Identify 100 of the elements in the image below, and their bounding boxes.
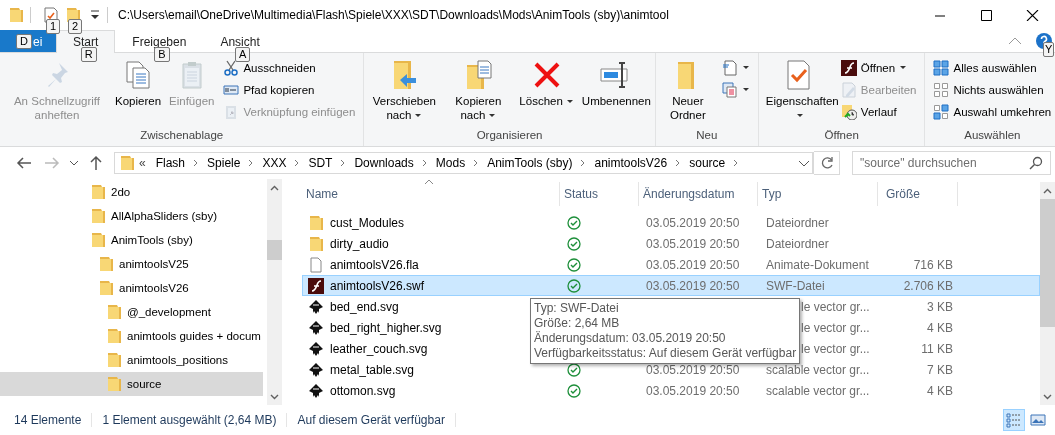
tooltip-text: Verfügbarkeitsstatus: Auf diesem Gerät verfügbar — [534, 346, 796, 361]
folder-icon — [106, 328, 122, 344]
file-name[interactable]: metal_table.svg — [330, 362, 415, 377]
breadcrumb[interactable]: Downloads — [352, 156, 416, 170]
tooltip-text: Änderungsdatum: 03.05.2019 20:50 — [534, 331, 727, 346]
breadcrumb[interactable]: Mods — [433, 156, 468, 170]
table-cell: Animate-Dokument — [766, 257, 869, 272]
file-name[interactable]: bed_right_higher.svg — [330, 320, 442, 335]
folder-icon — [98, 256, 114, 272]
tree-item[interactable]: 2do — [0, 180, 263, 204]
folder-icon — [8, 7, 24, 23]
ribbon-button[interactable]: Nichts auswählen — [930, 79, 1055, 100]
breadcrumb[interactable]: animtoolsV26 — [592, 156, 670, 170]
tree-item[interactable]: animtoolsV25 — [0, 252, 263, 276]
chevron-icon — [733, 159, 740, 167]
file-name[interactable]: cust_Modules — [330, 215, 405, 230]
document-icon — [308, 256, 324, 273]
table-cell: 716 KB — [913, 257, 953, 272]
file-name[interactable]: leather_couch.svg — [330, 341, 428, 356]
folder-icon — [90, 232, 106, 248]
table-cell: le vector gr... — [801, 341, 870, 356]
breadcrumb[interactable]: SDT — [306, 156, 335, 170]
search-field[interactable]: "source" durchsuchen — [852, 151, 1051, 175]
details-view-icon — [1006, 412, 1022, 428]
scroll-thumb[interactable] — [267, 240, 282, 260]
tree-item[interactable]: AnimTools (sby) — [0, 228, 263, 252]
refresh-icon — [819, 156, 834, 170]
table-cell: 03.05.2019 20:50 — [646, 236, 740, 251]
column-header[interactable]: Typ — [758, 182, 878, 206]
chevron-up-icon — [1008, 36, 1022, 46]
file-name[interactable]: bed_end.svg — [330, 299, 399, 314]
table-cell: 03.05.2019 20:50 — [646, 383, 740, 398]
column-header[interactable]: Status — [560, 182, 639, 206]
tree-item[interactable]: AllAlphaSliders (sby) — [0, 204, 263, 228]
table-cell: Dateiordner — [766, 236, 829, 251]
column-header[interactable]: Größe — [878, 182, 958, 206]
tooltip-text: Größe: 2,64 MB — [534, 316, 621, 331]
tree-item[interactable]: animtoolsV26 — [0, 276, 263, 300]
breadcrumb[interactable]: Flash — [153, 156, 188, 170]
ribbon-button[interactable]: Pfad kopieren — [220, 79, 359, 100]
chevron-icon — [675, 159, 682, 167]
vector-file-icon — [308, 319, 324, 336]
file-name[interactable]: animtoolsV26.swf — [330, 278, 425, 293]
table-cell: 4 KB — [927, 320, 953, 335]
edit-icon — [840, 81, 857, 98]
tree-item[interactable]: animtools_positions — [0, 348, 263, 372]
ribbon-button[interactable]: Öffnen — [837, 57, 920, 78]
ribbon-button[interactable]: Eigenschaften — [761, 57, 836, 124]
chevron-icon — [580, 159, 587, 167]
table-cell: 2.706 KB — [903, 278, 953, 293]
folder-icon — [308, 235, 324, 252]
folder-icon — [106, 304, 122, 320]
tree-item[interactable]: source — [0, 372, 263, 396]
vector-file-icon — [308, 298, 324, 315]
scroll-thumb[interactable] — [1040, 199, 1055, 327]
ribbon-button[interactable]: Verlauf — [837, 101, 920, 122]
column-header[interactable]: Name — [302, 182, 560, 206]
table-cell: 03.05.2019 20:50 — [646, 257, 740, 272]
breadcrumb[interactable]: Spiele — [205, 156, 243, 170]
ribbon-button[interactable]: Auswahl umkehren — [930, 101, 1055, 122]
selected-file-row[interactable]: animtoolsV26.swf 03.05.2019 20:50 SWF-Datei 2.706 KB — [302, 275, 1040, 296]
scissors-icon — [223, 59, 240, 76]
scroll-up-icon — [1043, 187, 1052, 194]
ribbon-button[interactable]: Verschieben nach — [367, 57, 442, 124]
file-name[interactable]: animtoolsV26.fla — [330, 257, 419, 272]
view-button[interactable] — [1003, 409, 1025, 431]
table-cell: le vector gr... — [801, 299, 870, 314]
file-tab[interactable]: D ei — [0, 30, 56, 52]
tree-item[interactable]: @_development — [0, 300, 263, 324]
sort-ascending-icon — [424, 179, 434, 185]
table-cell: 11 KB — [921, 341, 953, 356]
select-all-icon — [933, 59, 950, 76]
refresh-button[interactable] — [814, 151, 840, 175]
folder-icon — [90, 208, 106, 224]
address-bar[interactable]: « Flash Spiele XXX SDT Downloads Mods AnimTools (sby) animtoolsV26 source — [114, 152, 814, 174]
chevron-icon — [340, 159, 347, 167]
overflow-button[interactable]: « — [137, 156, 148, 170]
ribbon-button[interactable]: Neuer Ordner — [658, 57, 717, 124]
ribbon-button[interactable]: Umbenennen — [577, 57, 652, 110]
keytip: B — [154, 47, 170, 62]
column-header[interactable]: Änderungsdatum — [639, 182, 758, 206]
scroll-down-icon — [270, 393, 279, 400]
file-name[interactable]: ottomon.svg — [330, 383, 396, 398]
status-text: 1 Element ausgewählt (2,64 MB) — [102, 413, 288, 427]
breadcrumb[interactable]: AnimTools (sby) — [485, 156, 575, 170]
ribbon-button[interactable]: Löschen — [515, 57, 578, 110]
folder-icon — [106, 352, 122, 368]
table-cell: scalable vector gr... — [766, 362, 870, 377]
folder-icon — [98, 280, 114, 296]
breadcrumb[interactable]: XXX — [260, 156, 289, 170]
group-label: Öffnen — [823, 128, 860, 143]
ribbon-button[interactable]: Kopieren nach — [441, 57, 516, 124]
file-name[interactable]: dirty_audio — [330, 236, 389, 251]
ribbon-button[interactable]: Alles auswählen — [930, 57, 1055, 78]
breadcrumb[interactable]: source — [687, 156, 728, 170]
vector-file-icon — [308, 382, 324, 399]
up-arrow-icon — [88, 155, 104, 171]
tree-item[interactable]: animtools guides + docum — [0, 324, 263, 348]
vector-file-icon — [308, 361, 324, 378]
chevron-icon — [473, 159, 480, 167]
